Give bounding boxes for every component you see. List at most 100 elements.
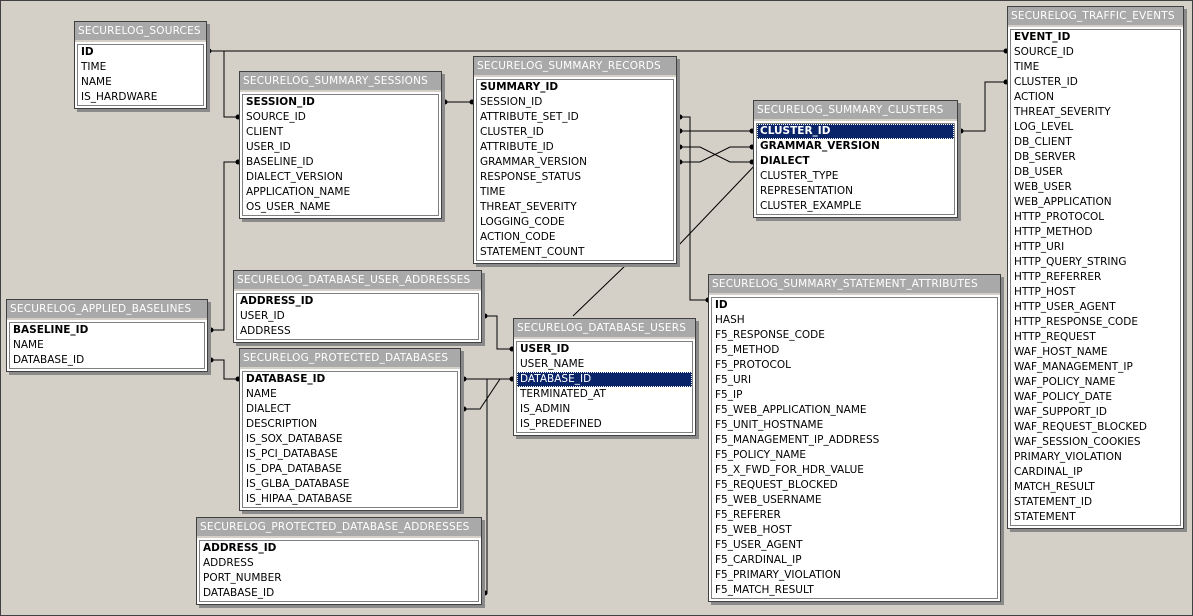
column-row[interactable]: IS_HARDWARE	[78, 90, 203, 105]
column-row[interactable]: ATTRIBUTE_ID	[477, 140, 673, 155]
column-row[interactable]: DB_USER	[1011, 165, 1180, 180]
column-row[interactable]: IS_GLBA_DATABASE	[243, 477, 457, 492]
column-row[interactable]: F5_USER_AGENT	[712, 538, 997, 553]
column-row[interactable]: LOG_LEVEL	[1011, 120, 1180, 135]
column-row[interactable]: BASELINE_ID	[243, 155, 438, 170]
table-securelog-sources[interactable]: SECURELOG_SOURCES ID TIME NAME IS_HARDWARE	[74, 21, 207, 109]
table-securelog-protected-database-addresses[interactable]: SECURELOG_PROTECTED_DATABASE_ADDRESSES AD…	[196, 517, 482, 605]
column-row[interactable]: PRIMARY_VIOLATION	[1011, 450, 1180, 465]
column-row[interactable]: TIME	[477, 185, 673, 200]
column-row[interactable]: IS_HIPAA_DATABASE	[243, 492, 457, 507]
column-row[interactable]: ATTRIBUTE_SET_ID	[477, 110, 673, 125]
column-row[interactable]: HTTP_REFERRER	[1011, 270, 1180, 285]
column-row[interactable]: APPLICATION_NAME	[243, 185, 438, 200]
column-row[interactable]: NAME	[10, 338, 204, 353]
column-row[interactable]: MATCH_RESULT	[1011, 480, 1180, 495]
key-column-row[interactable]: BASELINE_ID	[10, 323, 204, 338]
key-column-row[interactable]: USER_ID	[517, 342, 692, 357]
column-row[interactable]: USER_ID	[237, 309, 478, 324]
column-row[interactable]: ACTION_CODE	[477, 230, 673, 245]
table-title[interactable]: SECURELOG_PROTECTED_DATABASES	[240, 349, 460, 369]
column-row[interactable]: LOGGING_CODE	[477, 215, 673, 230]
column-row[interactable]: DATABASE_ID	[517, 372, 692, 387]
column-row[interactable]: F5_WEB_USERNAME	[712, 493, 997, 508]
column-row[interactable]: F5_URI	[712, 373, 997, 388]
column-row[interactable]: F5_RESPONSE_CODE	[712, 328, 997, 343]
column-row[interactable]: STATEMENT	[1011, 510, 1180, 525]
table-title[interactable]: SECURELOG_SOURCES	[75, 22, 206, 42]
column-row[interactable]: F5_WEB_HOST	[712, 523, 997, 538]
column-row[interactable]: OS_USER_NAME	[243, 200, 438, 215]
key-column-row[interactable]: ADDRESS_ID	[237, 294, 478, 309]
table-securelog-summary-records[interactable]: SECURELOG_SUMMARY_RECORDS SUMMARY_ID SESSI…	[473, 56, 677, 264]
column-row[interactable]: RESPONSE_STATUS	[477, 170, 673, 185]
column-row[interactable]: CLIENT	[243, 125, 438, 140]
table-title[interactable]: SECURELOG_SUMMARY_STATEMENT_ATTRIBUTES	[709, 275, 1000, 295]
column-row[interactable]: WEB_APPLICATION	[1011, 195, 1180, 210]
column-row[interactable]: GRAMMAR_VERSION	[477, 155, 673, 170]
column-row[interactable]: SOURCE_ID	[1011, 45, 1180, 60]
column-row[interactable]: WAF_POLICY_NAME	[1011, 375, 1180, 390]
column-row[interactable]: THREAT_SEVERITY	[1011, 105, 1180, 120]
column-row[interactable]: HTTP_METHOD	[1011, 225, 1180, 240]
column-row[interactable]: F5_POLICY_NAME	[712, 448, 997, 463]
column-row[interactable]: WAF_SESSION_COOKIES	[1011, 435, 1180, 450]
column-row[interactable]: F5_PRIMARY_VIOLATION	[712, 568, 997, 583]
column-row[interactable]: WAF_SUPPORT_ID	[1011, 405, 1180, 420]
table-title[interactable]: SECURELOG_PROTECTED_DATABASE_ADDRESSES	[197, 518, 481, 538]
key-column-row[interactable]: ID	[78, 45, 203, 60]
column-row[interactable]: DESCRIPTION	[243, 417, 457, 432]
key-column-row[interactable]: EVENT_ID	[1011, 30, 1180, 45]
table-securelog-database-user-addresses[interactable]: SECURELOG_DATABASE_USER_ADDRESSES ADDRESS…	[233, 270, 482, 343]
column-row[interactable]: DATABASE_ID	[200, 586, 478, 601]
table-securelog-summary-clusters[interactable]: SECURELOG_SUMMARY_CLUSTERS CLUSTER_ID GRAM…	[753, 100, 958, 218]
column-row[interactable]: F5_CARDINAL_IP	[712, 553, 997, 568]
column-row[interactable]: CLUSTER_TYPE	[757, 169, 954, 184]
column-row[interactable]: CLUSTER_EXAMPLE	[757, 199, 954, 214]
key-column-row[interactable]: ADDRESS_ID	[200, 541, 478, 556]
column-row[interactable]: USER_NAME	[517, 357, 692, 372]
column-row[interactable]: THREAT_SEVERITY	[477, 200, 673, 215]
column-row[interactable]: TERMINATED_AT	[517, 387, 692, 402]
column-row[interactable]: TIME	[78, 60, 203, 75]
table-securelog-applied-baselines[interactable]: SECURELOG_APPLIED_BASELINES BASELINE_ID NA…	[6, 299, 208, 372]
column-row[interactable]: IS_SOX_DATABASE	[243, 432, 457, 447]
column-row[interactable]: SESSION_ID	[477, 95, 673, 110]
column-row[interactable]: CARDINAL_IP	[1011, 465, 1180, 480]
column-row[interactable]: USER_ID	[243, 140, 438, 155]
column-row[interactable]: DB_CLIENT	[1011, 135, 1180, 150]
table-securelog-traffic-events[interactable]: SECURELOG_TRAFFIC_EVENTS EVENT_ID SOURCE_I…	[1007, 6, 1184, 529]
column-row[interactable]: CLUSTER_ID	[1011, 75, 1180, 90]
column-row[interactable]: REPRESENTATION	[757, 184, 954, 199]
column-row[interactable]: HTTP_URI	[1011, 240, 1180, 255]
column-row[interactable]: HTTP_USER_AGENT	[1011, 300, 1180, 315]
column-row[interactable]: SOURCE_ID	[243, 110, 438, 125]
column-row[interactable]: HTTP_QUERY_STRING	[1011, 255, 1180, 270]
column-row[interactable]: DB_SERVER	[1011, 150, 1180, 165]
table-securelog-summary-statement-attributes[interactable]: SECURELOG_SUMMARY_STATEMENT_ATTRIBUTES ID…	[708, 274, 1001, 602]
column-row[interactable]: F5_IP	[712, 388, 997, 403]
table-title[interactable]: SECURELOG_SUMMARY_RECORDS	[474, 57, 676, 77]
table-title[interactable]: SECURELOG_SUMMARY_CLUSTERS	[754, 101, 957, 121]
table-securelog-summary-sessions[interactable]: SECURELOG_SUMMARY_SESSIONS SESSION_ID SOUR…	[239, 71, 442, 219]
column-row[interactable]: WEB_USER	[1011, 180, 1180, 195]
column-row[interactable]: HASH	[712, 313, 997, 328]
column-row[interactable]: DATABASE_ID	[10, 353, 204, 368]
key-column-row[interactable]: SUMMARY_ID	[477, 80, 673, 95]
column-row[interactable]: ACTION	[1011, 90, 1180, 105]
column-row[interactable]: PORT_NUMBER	[200, 571, 478, 586]
column-row[interactable]: IS_DPA_DATABASE	[243, 462, 457, 477]
column-row[interactable]: TIME	[1011, 60, 1180, 75]
column-row[interactable]: ADDRESS	[237, 324, 478, 339]
key-column-row[interactable]: DIALECT	[757, 154, 954, 169]
column-row[interactable]: WAF_POLICY_DATE	[1011, 390, 1180, 405]
column-row[interactable]: NAME	[243, 387, 457, 402]
key-column-row[interactable]: CLUSTER_ID	[757, 124, 954, 139]
column-row[interactable]: F5_MATCH_RESULT	[712, 583, 997, 598]
key-column-row[interactable]: SESSION_ID	[243, 95, 438, 110]
column-row[interactable]: F5_METHOD	[712, 343, 997, 358]
column-row[interactable]: CLUSTER_ID	[477, 125, 673, 140]
column-row[interactable]: F5_X_FWD_FOR_HDR_VALUE	[712, 463, 997, 478]
table-title[interactable]: SECURELOG_SUMMARY_SESSIONS	[240, 72, 441, 92]
key-column-row[interactable]: GRAMMAR_VERSION	[757, 139, 954, 154]
